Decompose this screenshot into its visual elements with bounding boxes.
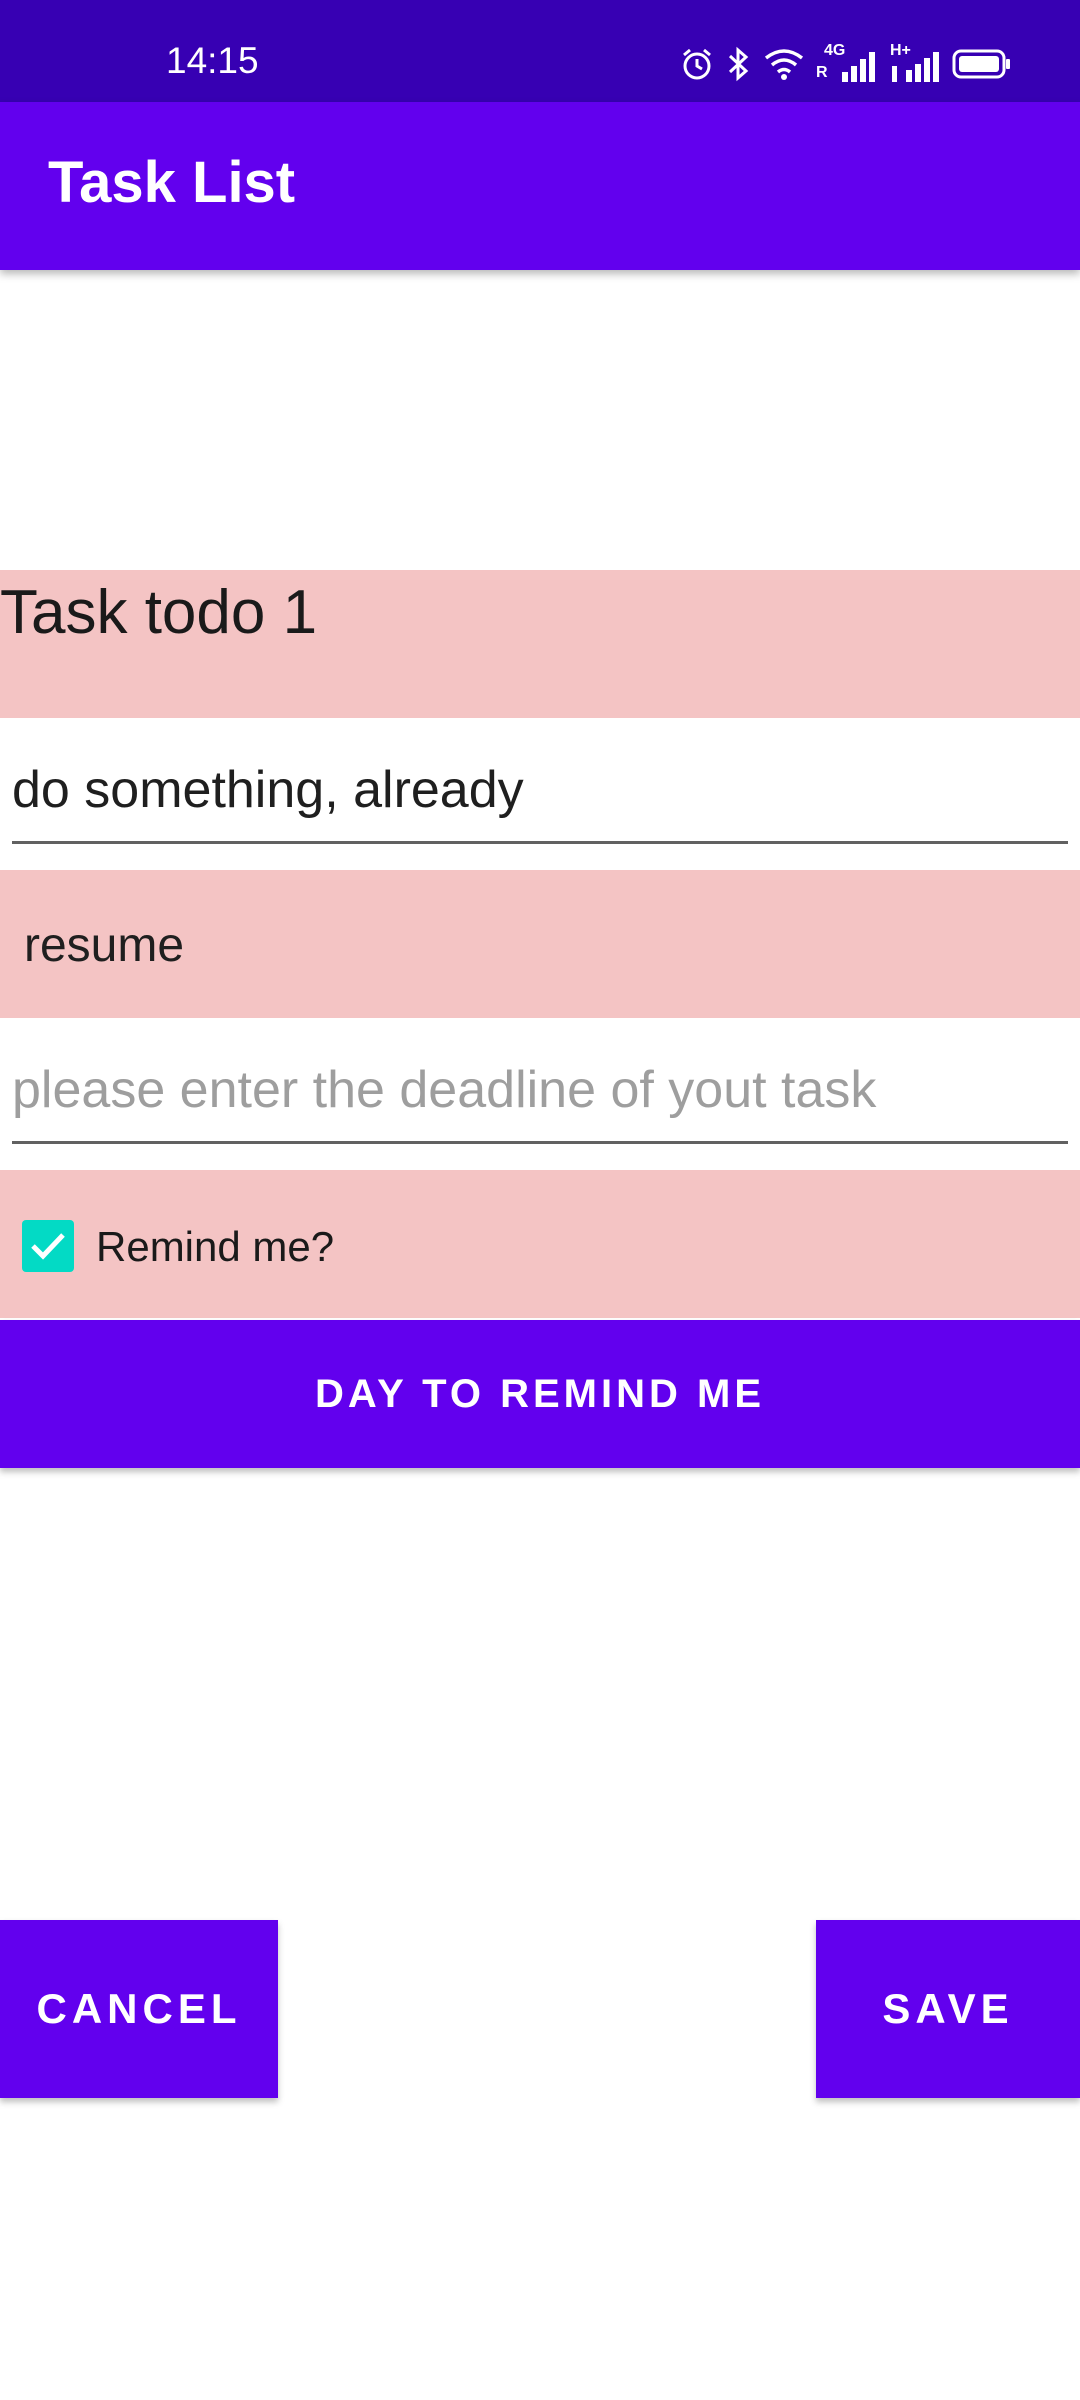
signal-icon: H+ (890, 42, 940, 84)
remind-checkbox[interactable] (22, 1220, 74, 1272)
field-underline (12, 841, 1068, 844)
task-name: Task todo 1 (0, 578, 318, 647)
deadline-field[interactable]: please enter the deadline of yout task (12, 1034, 1068, 1144)
description-value: do something, already (12, 761, 524, 819)
save-button[interactable]: SAVE (816, 1920, 1080, 2098)
app-bar: Task List (0, 102, 1080, 270)
deadline-placeholder: please enter the deadline of yout task (12, 1061, 877, 1119)
category-value: resume (24, 919, 185, 972)
signal-icon: 4G R (816, 42, 878, 84)
bluetooth-icon (726, 46, 752, 87)
cancel-button[interactable]: CANCEL (0, 1920, 278, 2098)
field-underline (12, 1141, 1068, 1144)
day-to-remind-button[interactable]: DAY TO REMIND ME (0, 1320, 1080, 1468)
battery-icon (952, 48, 1012, 85)
app-title: Task List (48, 150, 296, 215)
status-time: 14:15 (166, 40, 259, 81)
alarm-icon (680, 47, 714, 86)
status-icons: 4G R H+ (680, 42, 1012, 87)
remind-label: Remind me? (96, 1223, 335, 1270)
description-field[interactable]: do something, already (12, 734, 1068, 844)
wifi-icon (764, 48, 804, 85)
check-icon (31, 1233, 65, 1260)
status-bar: 14:15 4G R H+ (0, 0, 1080, 102)
